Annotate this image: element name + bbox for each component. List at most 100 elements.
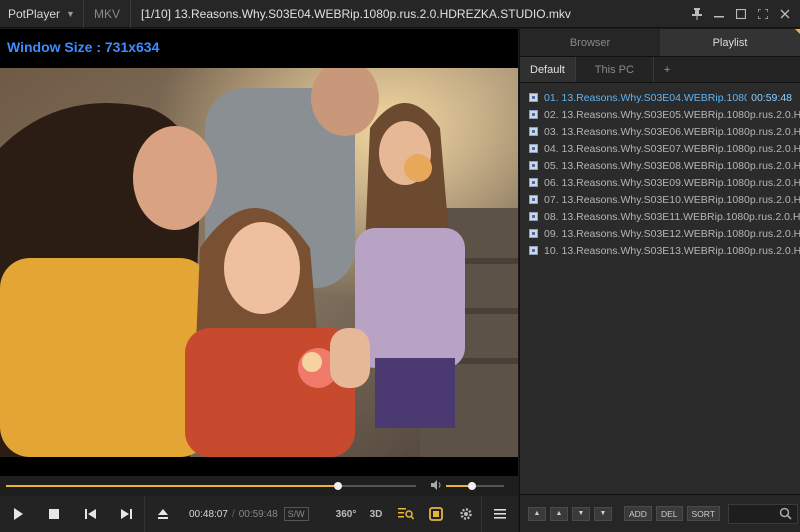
seek-progress (6, 485, 339, 487)
play-icon (14, 508, 23, 520)
app-name: PotPlayer (8, 6, 61, 21)
volume-icon[interactable] (430, 479, 442, 494)
video-file-icon (529, 246, 538, 255)
playlist-item[interactable]: 09. 13.Reasons.Why.S03E12.WEBRip.1080p.r… (520, 225, 800, 242)
playlist-panel: Browser Playlist Default This PC + 01. 1… (519, 29, 800, 532)
volume-slider[interactable] (446, 482, 504, 490)
seek-bar-area (0, 476, 518, 496)
next-button[interactable] (108, 496, 144, 532)
video-frame-image (0, 68, 518, 457)
subtitle-icon (429, 507, 443, 521)
video-file-icon (529, 144, 538, 153)
stop-button[interactable] (36, 496, 72, 532)
video-area[interactable]: Window Size : 731x634 (0, 29, 518, 476)
subtitle-search-button[interactable] (391, 496, 421, 532)
total-time: 00:59:48 (238, 508, 278, 520)
3d-icon: 3D (369, 508, 383, 520)
video-file-icon (529, 195, 538, 204)
move-down-button[interactable]: ▼ (572, 506, 590, 521)
format-label: MKV (84, 0, 131, 28)
move-top-button[interactable]: ▲ (528, 506, 546, 521)
sort-button[interactable]: SORT (686, 506, 720, 521)
maximize-icon[interactable] (730, 3, 752, 25)
playlist-item[interactable]: 07. 13.Reasons.Why.S03E10.WEBRip.1080p.r… (520, 191, 800, 208)
seek-bar[interactable] (6, 482, 416, 490)
video-file-icon (529, 110, 538, 119)
time-separator: / (231, 508, 235, 520)
chevron-down-icon: ▼ (66, 8, 75, 19)
tab-browser[interactable]: Browser (520, 29, 660, 56)
title-bar: PotPlayer ▼ MKV [1/10] 13.Reasons.Why.S0… (0, 0, 800, 28)
playlist-item-duration: 00:59:48 (751, 91, 792, 104)
add-tab-button[interactable]: + (654, 57, 680, 82)
playlist-item-label: 09. 13.Reasons.Why.S03E12.WEBRip.1080p.r… (544, 227, 800, 240)
3d-button[interactable]: 3D (361, 496, 391, 532)
stop-icon (49, 509, 59, 519)
playlist-item[interactable]: 04. 13.Reasons.Why.S03E07.WEBRip.1080p.r… (520, 140, 800, 157)
move-up-icon: ▲ (555, 510, 563, 517)
playlist-item[interactable]: 10. 13.Reasons.Why.S03E13.WEBRip.1080p.r… (520, 242, 800, 259)
playlist-item-label: 06. 13.Reasons.Why.S03E09.WEBRip.1080p.r… (544, 176, 800, 189)
video-file-icon (529, 127, 538, 136)
menu-button[interactable] (482, 496, 518, 532)
playlist-item[interactable]: 05. 13.Reasons.Why.S03E08.WEBRip.1080p.r… (520, 157, 800, 174)
playlist-item[interactable]: 01. 13.Reasons.Why.S03E04.WEBRip.1080p..… (520, 89, 800, 106)
move-down-icon: ▼ (577, 510, 585, 517)
eject-button[interactable] (145, 496, 181, 532)
close-icon[interactable] (774, 3, 796, 25)
playlist-item-label: 07. 13.Reasons.Why.S03E10.WEBRip.1080p.r… (544, 193, 800, 206)
playlist-item-label: 08. 13.Reasons.Why.S03E11.WEBRip.1080p.r… (544, 210, 800, 223)
play-button[interactable] (0, 496, 36, 532)
move-bottom-button[interactable]: ▼ (594, 506, 612, 521)
current-time: 00:48:07 (189, 508, 228, 520)
move-top-icon: ▲ (533, 510, 541, 517)
time-display: 00:48:07/00:59:48 (189, 509, 278, 520)
playlist-item-label: 03. 13.Reasons.Why.S03E06.WEBRip.1080p.r… (544, 125, 800, 138)
playlist-search-field[interactable] (727, 503, 798, 524)
previous-button[interactable] (72, 496, 108, 532)
playlist-item[interactable]: 08. 13.Reasons.Why.S03E11.WEBRip.1080p.r… (520, 208, 800, 225)
subtitle-button[interactable] (421, 496, 451, 532)
playlist-item-label: 10. 13.Reasons.Why.S03E13.WEBRip.1080p.r… (544, 244, 800, 257)
seek-handle[interactable] (334, 482, 343, 490)
video-file-icon (529, 229, 538, 238)
sw-decoder-badge[interactable]: S/W (283, 507, 309, 521)
subtab-this-pc[interactable]: This PC (576, 57, 654, 82)
video-file-icon (529, 178, 538, 187)
subtitle-search-icon (398, 508, 414, 520)
control-bar: 00:48:07/00:59:48 S/W 360° 3D (0, 496, 518, 532)
tab-playlist[interactable]: Playlist (660, 29, 800, 56)
playlist: 01. 13.Reasons.Why.S03E04.WEBRip.1080p..… (520, 83, 800, 259)
pin-icon[interactable] (686, 3, 708, 25)
vr-360-button[interactable]: 360° (331, 496, 361, 532)
playlist-item-label: 04. 13.Reasons.Why.S03E07.WEBRip.1080p.r… (544, 142, 800, 155)
add-button[interactable]: ADD (624, 506, 652, 521)
osd-window-size: Window Size : 731x634 (7, 39, 160, 55)
delete-button[interactable]: DEL (655, 506, 683, 521)
app-menu-button[interactable]: PotPlayer ▼ (0, 0, 84, 28)
playlist-item-label: 02. 13.Reasons.Why.S03E05.WEBRip.1080p.r… (544, 108, 800, 121)
eject-icon (158, 509, 168, 519)
playlist-item-label: 01. 13.Reasons.Why.S03E04.WEBRip.1080p..… (544, 91, 748, 104)
fullscreen-icon[interactable] (752, 3, 774, 25)
video-file-icon (529, 93, 538, 102)
playlist-item[interactable]: 02. 13.Reasons.Why.S03E05.WEBRip.1080p.r… (520, 106, 800, 123)
playlist-item[interactable]: 06. 13.Reasons.Why.S03E09.WEBRip.1080p.r… (520, 174, 800, 191)
move-up-button[interactable]: ▲ (550, 506, 568, 521)
subtab-default[interactable]: Default (520, 57, 576, 82)
video-file-icon (529, 212, 538, 221)
playlist-toolbar: ▲ ▲ ▼ ▼ ADD DEL SORT (520, 494, 800, 532)
move-bottom-icon: ▼ (599, 510, 607, 517)
minimize-icon[interactable] (708, 3, 730, 25)
skip-forward-icon (120, 509, 132, 519)
hamburger-icon (494, 509, 506, 519)
playlist-item[interactable]: 03. 13.Reasons.Why.S03E06.WEBRip.1080p.r… (520, 123, 800, 140)
video-frame[interactable] (0, 68, 518, 457)
volume-handle[interactable] (468, 482, 477, 490)
video-file-icon (529, 161, 538, 170)
vr-360-icon: 360° (335, 508, 357, 520)
playlist-item-label: 05. 13.Reasons.Why.S03E08.WEBRip.1080p.r… (544, 159, 800, 172)
skip-back-icon (84, 509, 96, 519)
gear-icon (460, 508, 472, 520)
settings-button[interactable] (451, 496, 481, 532)
